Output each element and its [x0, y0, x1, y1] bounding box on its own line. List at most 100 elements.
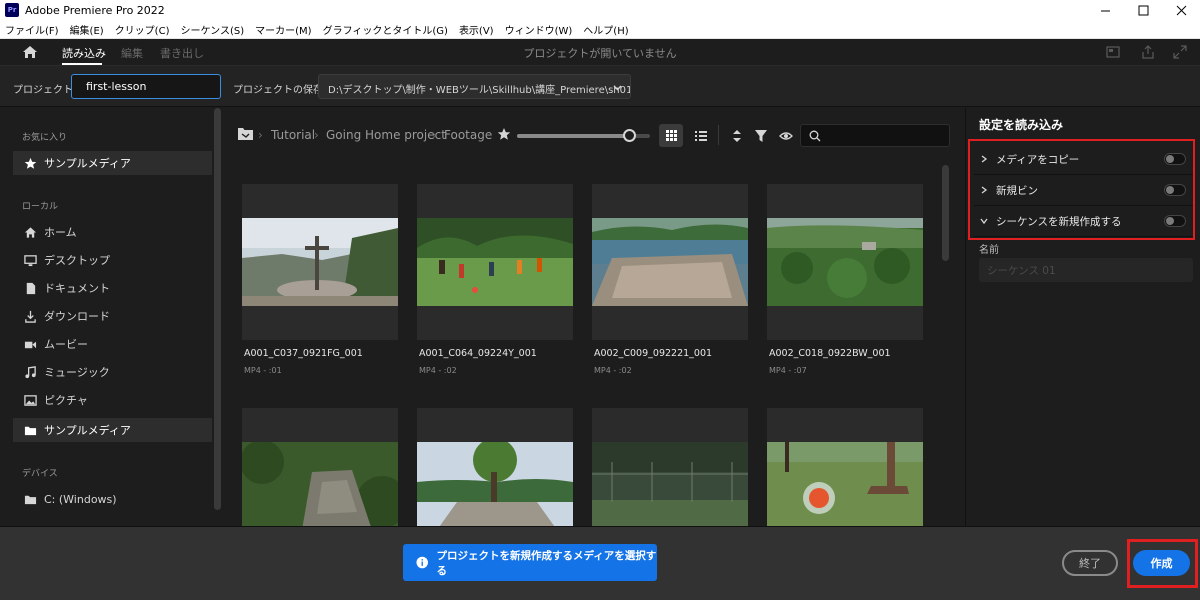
sidebar-item-movies[interactable]: ムービー: [13, 332, 212, 356]
import-settings-panel: 設定を読み込み メディアをコピー 新規ビン シーケンスを新規作成する 名前 シー…: [965, 108, 1200, 526]
breadcrumb-going-home[interactable]: Going Home project: [326, 128, 446, 142]
breadcrumb-separator: ›: [432, 128, 437, 142]
new-bin-toggle[interactable]: [1164, 184, 1186, 196]
browser-scrollbar[interactable]: [942, 165, 949, 261]
exit-button[interactable]: 終了: [1062, 550, 1118, 576]
sidebar-item-downloads[interactable]: ダウンロード: [13, 304, 212, 328]
minimize-button[interactable]: [1086, 0, 1124, 20]
breadcrumb-footage[interactable]: Footage: [444, 128, 492, 142]
media-card[interactable]: [592, 408, 748, 526]
sequence-name-input[interactable]: シーケンス 01: [979, 258, 1193, 282]
project-location-select[interactable]: D:\デスクトップ\制作・WEBツール\Skillhub\講座_Premiere…: [318, 74, 631, 99]
devices-header: デバイス: [22, 469, 58, 479]
media-card[interactable]: [242, 408, 398, 526]
local-header: ローカル: [22, 202, 59, 212]
menu-sequence[interactable]: シーケンス(S): [180, 22, 244, 37]
share-icon[interactable]: [1141, 45, 1155, 59]
fullscreen-icon[interactable]: [1173, 45, 1187, 59]
create-sequence-toggle[interactable]: [1164, 215, 1186, 227]
info-icon: [416, 556, 428, 569]
thumbnail-frame: [767, 184, 923, 340]
sidebar-item-label: サンプルメディア: [44, 424, 131, 437]
menu-marker[interactable]: マーカー(M): [255, 22, 311, 37]
clip-thumbnail-ball: [767, 442, 923, 526]
project-name-input[interactable]: first-lesson: [71, 74, 221, 99]
grid-view-button[interactable]: [659, 124, 683, 147]
menu-edit[interactable]: 編集(E): [70, 22, 104, 37]
maximize-icon: [1138, 5, 1148, 15]
sidebar-item-label: C: (Windows): [44, 492, 117, 506]
title-bar: Pr Adobe Premiere Pro 2022: [0, 0, 1200, 20]
clip-meta: MP4 - :02: [594, 366, 632, 375]
menu-graphics[interactable]: グラフィックとタイトル(G): [323, 22, 448, 37]
grid-icon: [665, 130, 677, 141]
select-media-notice: プロジェクトを新規作成するメディアを選択する: [403, 544, 657, 581]
breadcrumb-tutorial[interactable]: Tutorial: [271, 128, 315, 142]
star-icon[interactable]: [497, 127, 511, 141]
menu-window[interactable]: ウィンドウ(W): [505, 22, 573, 37]
clip-meta: MP4 - :02: [419, 366, 457, 375]
maximize-button[interactable]: [1124, 0, 1162, 20]
copy-media-toggle[interactable]: [1164, 153, 1186, 165]
option-copy-media[interactable]: メディアをコピー: [974, 144, 1194, 175]
clip-name: A001_C037_0921FG_001: [244, 348, 363, 359]
sidebar-item-label: ダウンロード: [44, 310, 110, 323]
sidebar-item-label: ミュージック: [44, 366, 110, 379]
media-card[interactable]: [417, 408, 573, 526]
toolbar-divider: [718, 125, 719, 145]
window-title: Adobe Premiere Pro 2022: [25, 3, 165, 17]
sidebar-item-label: サンプルメディア: [44, 157, 131, 170]
create-button[interactable]: 作成: [1133, 550, 1190, 576]
folder-open-icon[interactable]: [237, 127, 254, 141]
slider-fill: [517, 134, 631, 138]
home-icon: [23, 225, 37, 239]
chevron-right-icon: [981, 155, 988, 163]
quick-export-icon[interactable]: [1106, 45, 1120, 59]
list-view-icon[interactable]: [694, 129, 708, 143]
media-card[interactable]: A001_C064_09224Y_001 MP4 - :02: [417, 184, 573, 404]
media-card[interactable]: [767, 408, 923, 526]
sidebar-item-sample-media[interactable]: サンプルメディア: [13, 418, 212, 442]
sidebar-item-label: ドキュメント: [44, 282, 110, 295]
project-settings-row: プロジェクト名 first-lesson プロジェクトの保存先 D:\デスクトッ…: [0, 66, 1200, 107]
search-input[interactable]: [800, 124, 950, 147]
sidebar-item-drive-c[interactable]: C: (Windows): [13, 487, 212, 511]
project-status: プロジェクトが開いていません: [523, 47, 677, 60]
thumbnail-frame: [592, 184, 748, 340]
media-card[interactable]: A002_C009_092221_001 MP4 - :02: [592, 184, 748, 404]
close-window-button[interactable]: [1162, 0, 1200, 20]
option-label: シーケンスを新規作成する: [996, 215, 1122, 228]
sidebar-item-pictures[interactable]: ピクチャ: [13, 388, 212, 412]
browser-toolbar: › Tutorial › Going Home project › Footag…: [222, 108, 964, 148]
sidebar-item-home[interactable]: ホーム: [13, 220, 212, 244]
sidebar-item-documents[interactable]: ドキュメント: [13, 276, 212, 300]
option-new-bin[interactable]: 新規ビン: [974, 175, 1194, 206]
sidebar-item-favorite-sample-media[interactable]: サンプルメディア: [13, 151, 212, 175]
clip-thumbnail-town: [592, 218, 748, 306]
clip-meta: MP4 - :01: [244, 366, 282, 375]
menu-view[interactable]: 表示(V): [459, 22, 494, 37]
option-create-sequence[interactable]: シーケンスを新規作成する: [974, 206, 1194, 237]
sidebar-item-desktop[interactable]: デスクトップ: [13, 248, 212, 272]
filter-icon[interactable]: [754, 129, 768, 143]
eye-icon[interactable]: [779, 129, 793, 143]
sidebar-scrollbar[interactable]: [214, 108, 221, 510]
clip-thumbnail-tree: [417, 442, 573, 526]
clip-thumbnail-forest: [767, 218, 923, 306]
sort-icon[interactable]: [730, 129, 744, 143]
clip-name: A002_C018_0922BW_001: [769, 348, 891, 359]
menu-clip[interactable]: クリップ(C): [115, 22, 170, 37]
active-tab-indicator: [62, 63, 102, 65]
sidebar-item-music[interactable]: ミュージック: [13, 360, 212, 384]
media-card[interactable]: A001_C037_0921FG_001 MP4 - :01: [242, 184, 398, 404]
menu-file[interactable]: ファイル(F): [5, 22, 59, 37]
thumbnail-frame: [417, 184, 573, 340]
breadcrumb-separator: ›: [314, 128, 319, 142]
notice-text: プロジェクトを新規作成するメディアを選択する: [436, 549, 657, 577]
option-label: 新規ビン: [996, 184, 1038, 197]
menu-help[interactable]: ヘルプ(H): [583, 22, 628, 37]
media-card[interactable]: A002_C018_0922BW_001 MP4 - :07: [767, 184, 923, 404]
slider-handle[interactable]: [623, 129, 637, 142]
picture-icon: [23, 393, 37, 407]
clip-name: A002_C009_092221_001: [594, 348, 713, 359]
